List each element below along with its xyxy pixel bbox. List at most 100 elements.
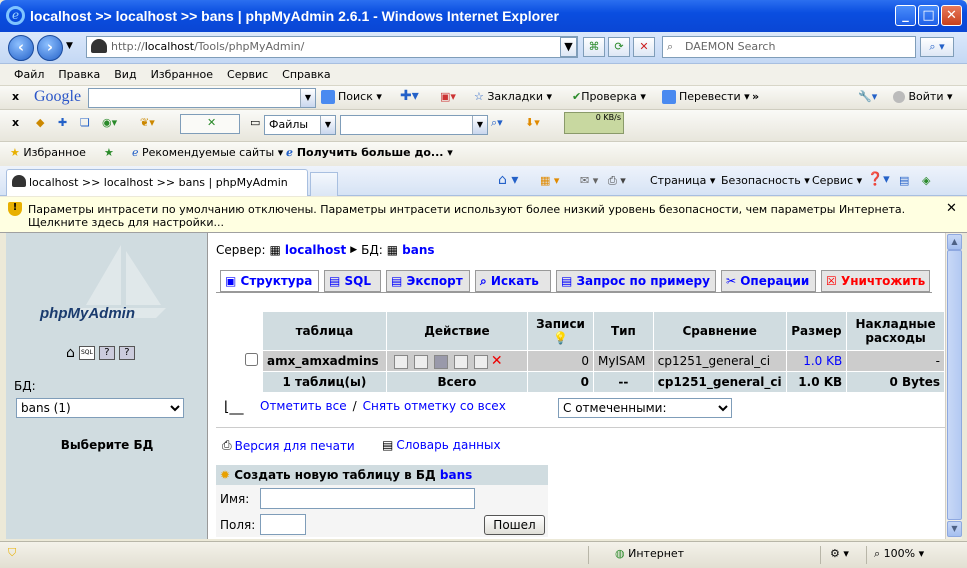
feeds-icon[interactable]: ▦ ▾ bbox=[540, 174, 559, 187]
files-search-input[interactable]: ▼ bbox=[340, 115, 488, 135]
docs-sql-icon[interactable]: ? bbox=[118, 346, 135, 360]
zoom-control[interactable]: ⌕ 100% ▾ bbox=[874, 547, 924, 561]
fields-count-input[interactable] bbox=[260, 514, 306, 535]
go-button[interactable]: Пошел bbox=[484, 515, 545, 535]
phpmyadmin-logo[interactable]: phpMyAdmin bbox=[40, 305, 135, 322]
add-favorite-icon[interactable]: ★ bbox=[104, 146, 114, 159]
refresh-icon[interactable]: ⟳ bbox=[608, 37, 630, 57]
scroll-up-icon[interactable]: ▲ bbox=[947, 234, 962, 250]
server-link[interactable]: localhost bbox=[285, 243, 346, 257]
scroll-down-icon[interactable]: ▼ bbox=[947, 521, 962, 537]
login-button[interactable]: Войти ▾ bbox=[893, 90, 953, 103]
table-name-input[interactable] bbox=[260, 488, 475, 509]
compat-view-icon[interactable]: ⌘ bbox=[583, 37, 605, 57]
recommended-sites-button[interactable]: ℯ Рекомендуемые сайты ▾ bbox=[132, 146, 283, 159]
print-icon[interactable]: ⎙ ▾ bbox=[608, 174, 626, 188]
new-tab-button[interactable] bbox=[310, 172, 338, 196]
zone-indicator[interactable]: ◍ Интернет bbox=[615, 547, 684, 560]
uncheck-all-link[interactable]: Снять отметку со всех bbox=[363, 399, 506, 413]
files-dropdown-icon[interactable]: ▼ bbox=[320, 116, 335, 134]
sql-icon[interactable]: SQL bbox=[78, 346, 95, 360]
address-dropdown-icon[interactable]: ▼ bbox=[560, 37, 577, 57]
vertical-scrollbar[interactable]: ▲ ▼ bbox=[945, 233, 962, 539]
tab-phpmyadmin[interactable]: localhost >> localhost >> bans | phpMyAd… bbox=[6, 169, 308, 215]
files-search-icon[interactable]: ⌕▾ bbox=[491, 116, 503, 130]
toolbar-close-icon[interactable]: x bbox=[12, 90, 19, 103]
files-select[interactable]: Файлы ▼ bbox=[264, 115, 336, 135]
back-button[interactable]: ‹ bbox=[8, 35, 34, 61]
download-icon[interactable]: ⬇▾ bbox=[525, 116, 540, 129]
tab-export[interactable]: ▤ Экспорт bbox=[386, 270, 470, 292]
select-icon[interactable] bbox=[413, 354, 428, 369]
home-small-icon[interactable]: ⌂ bbox=[66, 345, 75, 361]
info-bar-close-icon[interactable]: ✕ bbox=[946, 201, 957, 216]
help-icon[interactable]: ❓▾ bbox=[867, 172, 890, 187]
tool-icon-3[interactable]: ❏ bbox=[80, 116, 90, 129]
scroll-thumb[interactable] bbox=[947, 250, 962, 520]
insert-icon[interactable] bbox=[433, 354, 448, 369]
docs-icon[interactable]: ? bbox=[98, 346, 115, 360]
tool-icon-5[interactable]: ❦▾ bbox=[140, 116, 155, 129]
menu-tools[interactable]: Сервис bbox=[227, 68, 268, 81]
empty-icon[interactable] bbox=[473, 354, 488, 369]
home-icon[interactable]: ⌂ ▾ bbox=[498, 172, 518, 188]
research-icon[interactable]: ▤ bbox=[899, 174, 909, 187]
status-shield-icon[interactable]: ⛉ bbox=[8, 546, 16, 560]
size-link[interactable]: 1.0 KB bbox=[786, 351, 847, 371]
minimize-button[interactable]: _ bbox=[895, 5, 916, 26]
google-logo[interactable]: Google bbox=[34, 88, 81, 106]
with-selected-select[interactable]: С отмеченными: bbox=[558, 398, 732, 418]
popup-blocker-icon[interactable]: ▣▾ bbox=[440, 90, 456, 103]
tab-sql[interactable]: ▤ SQL bbox=[324, 270, 381, 292]
filter-box[interactable]: ✕ bbox=[180, 114, 240, 134]
tab-structure[interactable]: ▣ Структура bbox=[220, 270, 319, 292]
properties-icon[interactable] bbox=[453, 354, 468, 369]
files-search-dropdown-icon[interactable]: ▼ bbox=[472, 116, 487, 134]
maximize-button[interactable]: □ bbox=[918, 5, 939, 26]
check-all-link[interactable]: Отметить все bbox=[260, 399, 347, 413]
tool-icon-1[interactable]: ◆ bbox=[36, 116, 44, 129]
stop-icon[interactable]: ✕ bbox=[633, 37, 655, 57]
google-search-input[interactable]: ▼ bbox=[88, 88, 316, 108]
plus-icon[interactable]: ✚▾ bbox=[400, 88, 419, 104]
browse-icon[interactable] bbox=[393, 354, 408, 369]
history-dropdown-icon[interactable]: ▼ bbox=[66, 41, 73, 51]
addon-icon[interactable]: ◈ bbox=[922, 174, 930, 187]
db-link[interactable]: bans bbox=[402, 243, 434, 257]
google-dropdown-icon[interactable]: ▼ bbox=[300, 89, 315, 107]
forward-button[interactable]: › bbox=[37, 35, 63, 61]
tab-search[interactable]: ⌕ Искать bbox=[475, 270, 551, 292]
favorites-button[interactable]: ★ Избранное bbox=[10, 146, 86, 159]
spellcheck-button[interactable]: ✔Проверка ▾ bbox=[572, 90, 646, 103]
db-select[interactable]: bans (1) bbox=[16, 398, 184, 418]
menu-help[interactable]: Справка bbox=[282, 68, 330, 81]
menu-favorites[interactable]: Избранное bbox=[151, 68, 213, 81]
tool-icon-4[interactable]: ◉▾ bbox=[102, 116, 117, 129]
translate-button[interactable]: Перевести ▾ bbox=[662, 90, 750, 104]
data-dictionary-link[interactable]: ▤ Словарь данных bbox=[382, 438, 501, 452]
tab-drop[interactable]: ☒ Уничтожить bbox=[821, 270, 930, 292]
protected-mode-icon[interactable]: ⚙ ▾ bbox=[830, 547, 849, 560]
page-menu[interactable]: Страница ▾ bbox=[650, 174, 715, 187]
mail-icon[interactable]: ✉ ▾ bbox=[580, 174, 598, 187]
tool-icon-2[interactable]: ✚ bbox=[58, 116, 67, 129]
google-search-button[interactable]: Поиск ▾ bbox=[321, 90, 382, 104]
tools-menu[interactable]: Сервис ▾ bbox=[812, 174, 862, 187]
row-checkbox[interactable] bbox=[245, 353, 258, 366]
tab-query[interactable]: ▤ Запрос по примеру bbox=[556, 270, 716, 292]
info-bar[interactable]: Параметры интрасети по умолчанию отключе… bbox=[0, 197, 967, 233]
menu-file[interactable]: Файл bbox=[14, 68, 44, 81]
get-more-addons-button[interactable]: ℯ Получить больше до... ▾ bbox=[286, 146, 453, 159]
toolbar2-close-icon[interactable]: x bbox=[12, 116, 19, 129]
menu-edit[interactable]: Правка bbox=[58, 68, 100, 81]
tab-operations[interactable]: ✂ Операции bbox=[721, 270, 816, 292]
bookmarks-button[interactable]: ☆ Закладки ▾ bbox=[474, 90, 552, 103]
security-menu[interactable]: Безопасность ▾ bbox=[721, 174, 810, 187]
search-button[interactable]: ⌕ ▾ bbox=[920, 37, 954, 57]
wrench-icon[interactable]: 🔧▾ bbox=[858, 90, 877, 103]
more-chevron-icon[interactable]: » bbox=[752, 90, 759, 103]
search-input[interactable]: DAEMON Search bbox=[662, 36, 916, 58]
drop-icon[interactable]: ✕ bbox=[491, 353, 503, 369]
close-button[interactable]: ✕ bbox=[941, 5, 962, 26]
create-db-link[interactable]: bans bbox=[440, 468, 472, 482]
